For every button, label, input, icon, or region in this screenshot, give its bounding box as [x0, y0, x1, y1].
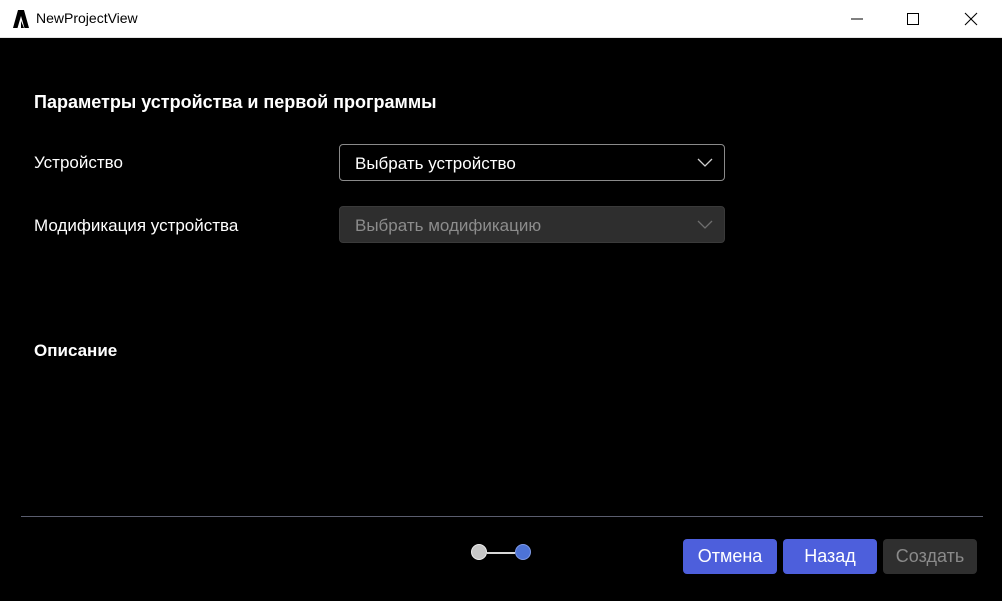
close-icon [964, 12, 978, 26]
modification-select[interactable]: Выбрать модификацию [339, 206, 725, 243]
modification-select-value: Выбрать модификацию [355, 216, 542, 235]
step-indicator [469, 542, 535, 564]
device-select[interactable]: Выбрать устройство [339, 144, 725, 181]
maximize-button[interactable] [890, 0, 936, 37]
section-title: Параметры устройства и первой программы [34, 92, 437, 112]
back-button[interactable]: Назад [783, 539, 877, 574]
modification-label: Модификация устройства [34, 216, 239, 235]
chevron-down-icon [697, 158, 713, 167]
cancel-button[interactable]: Отмена [683, 539, 777, 574]
maximize-icon [907, 13, 919, 25]
step-2-dot-active [515, 544, 531, 560]
close-button[interactable] [948, 0, 994, 37]
title-bar: NewProjectView [0, 0, 1002, 38]
app-logo-icon [13, 10, 29, 28]
chevron-down-icon [697, 220, 713, 229]
create-button[interactable]: Создать [883, 539, 977, 574]
minimize-icon [851, 18, 863, 20]
window-title: NewProjectView [36, 10, 138, 26]
footer-divider [21, 516, 983, 517]
description-title: Описание [34, 341, 118, 360]
device-label: Устройство [34, 153, 123, 172]
minimize-button[interactable] [834, 0, 880, 37]
step-1-dot [471, 544, 487, 560]
device-select-value: Выбрать устройство [355, 154, 516, 173]
step-connector [487, 552, 515, 554]
